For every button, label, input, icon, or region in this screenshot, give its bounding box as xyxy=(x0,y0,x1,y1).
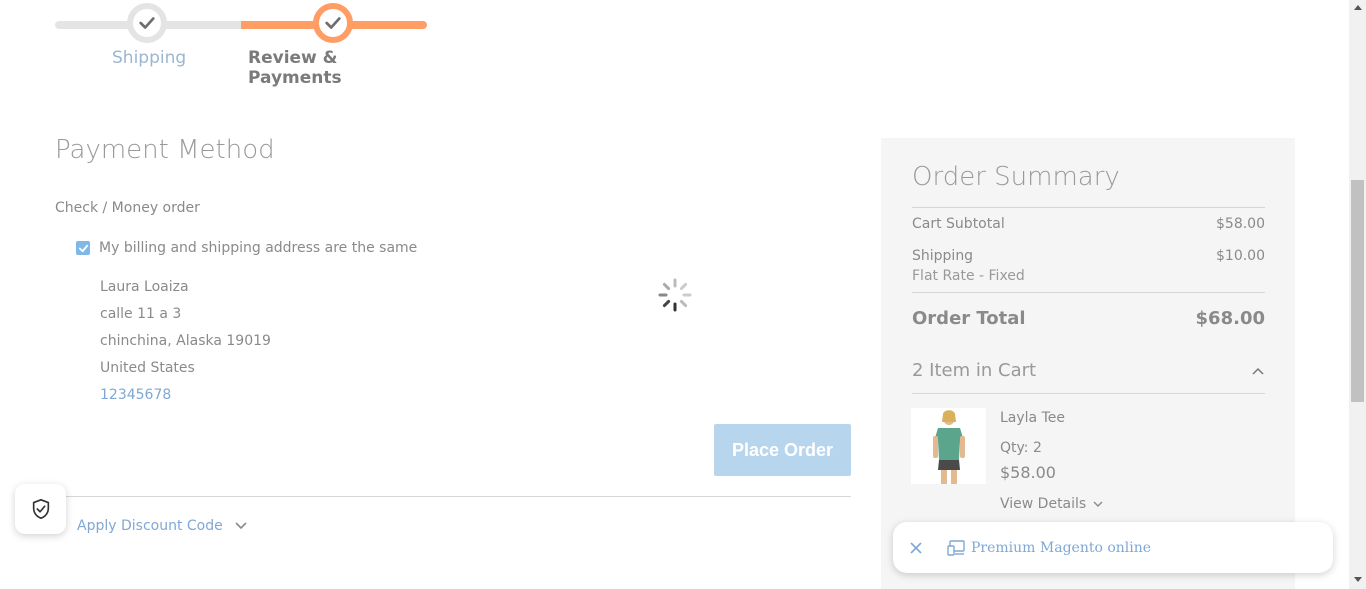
order-summary-title: Order Summary xyxy=(912,162,1120,192)
devices-icon xyxy=(947,539,965,556)
product-image xyxy=(911,408,986,484)
step-review-label: Review & Payments xyxy=(248,48,342,88)
items-in-cart-label: 2 Item in Cart xyxy=(912,360,1037,381)
step-shipping-marker[interactable] xyxy=(127,3,167,43)
same-address-checkbox[interactable] xyxy=(76,241,90,255)
view-details-toggle[interactable]: View Details xyxy=(1000,496,1104,512)
cart-subtotal-label: Cart Subtotal xyxy=(912,216,1005,232)
scroll-down-arrow-icon[interactable] xyxy=(1354,577,1362,582)
divider xyxy=(912,207,1265,208)
order-total-value: $68.00 xyxy=(1195,308,1265,329)
same-address-option[interactable]: My billing and shipping address are the … xyxy=(76,240,417,256)
shipping-label: Shipping xyxy=(912,248,974,264)
cart-subtotal-value: $58.00 xyxy=(1216,216,1265,232)
product-name-link[interactable]: Layla Tee xyxy=(1000,410,1065,426)
check-icon xyxy=(325,17,341,29)
cart-subtotal-row: Cart Subtotal $58.00 xyxy=(912,216,1265,232)
product-qty: Qty: 2 xyxy=(1000,440,1042,456)
spinner-icon xyxy=(658,278,692,312)
chevron-down-icon xyxy=(235,522,247,530)
product-thumbnail[interactable] xyxy=(911,408,986,484)
promo-banner: Premium Magento online xyxy=(893,522,1333,573)
step-review-marker xyxy=(313,3,353,43)
divider xyxy=(55,496,851,497)
payment-method-option-label[interactable]: Check / Money order xyxy=(55,200,200,216)
address-country: United States xyxy=(100,360,195,376)
shield-button[interactable] xyxy=(15,484,66,534)
shipping-method: Flat Rate - Fixed xyxy=(912,268,1025,284)
place-order-button[interactable]: Place Order xyxy=(714,424,851,476)
divider xyxy=(912,393,1265,394)
checkout-progress: Shipping Review & Payments xyxy=(55,0,427,88)
billing-address: Laura Loaiza calle 11 a 3 chinchina, Ala… xyxy=(100,274,271,409)
scroll-up-arrow-icon[interactable] xyxy=(1354,5,1362,10)
check-icon xyxy=(139,17,155,29)
payment-method-title: Payment Method xyxy=(55,135,275,165)
promo-link[interactable]: Premium Magento online xyxy=(971,540,1151,556)
address-phone-link[interactable]: 12345678 xyxy=(100,382,271,409)
order-total-label: Order Total xyxy=(912,308,1026,329)
address-street: calle 11 a 3 xyxy=(100,306,182,322)
apply-discount-label: Apply Discount Code xyxy=(77,518,223,534)
close-icon[interactable] xyxy=(909,541,923,555)
scrollbar-thumb[interactable] xyxy=(1351,180,1364,402)
chevron-down-icon xyxy=(1093,501,1103,507)
divider xyxy=(912,292,1265,293)
product-price: $58.00 xyxy=(1000,463,1056,482)
order-total-row: Order Total $68.00 xyxy=(912,308,1265,329)
step-shipping-link[interactable]: Shipping xyxy=(112,48,186,68)
address-name: Laura Loaiza xyxy=(100,279,189,295)
address-city: chinchina, Alaska 19019 xyxy=(100,333,271,349)
check-icon xyxy=(78,244,88,252)
shipping-row: Shipping $10.00 xyxy=(912,248,1265,264)
items-in-cart-toggle[interactable]: 2 Item in Cart xyxy=(912,360,1265,381)
same-address-label: My billing and shipping address are the … xyxy=(99,240,418,256)
shield-check-icon xyxy=(32,499,49,519)
view-details-label: View Details xyxy=(1000,496,1087,512)
chevron-up-icon xyxy=(1252,367,1264,375)
shipping-value: $10.00 xyxy=(1216,248,1265,264)
apply-discount-toggle[interactable]: Apply Discount Code xyxy=(77,518,249,534)
